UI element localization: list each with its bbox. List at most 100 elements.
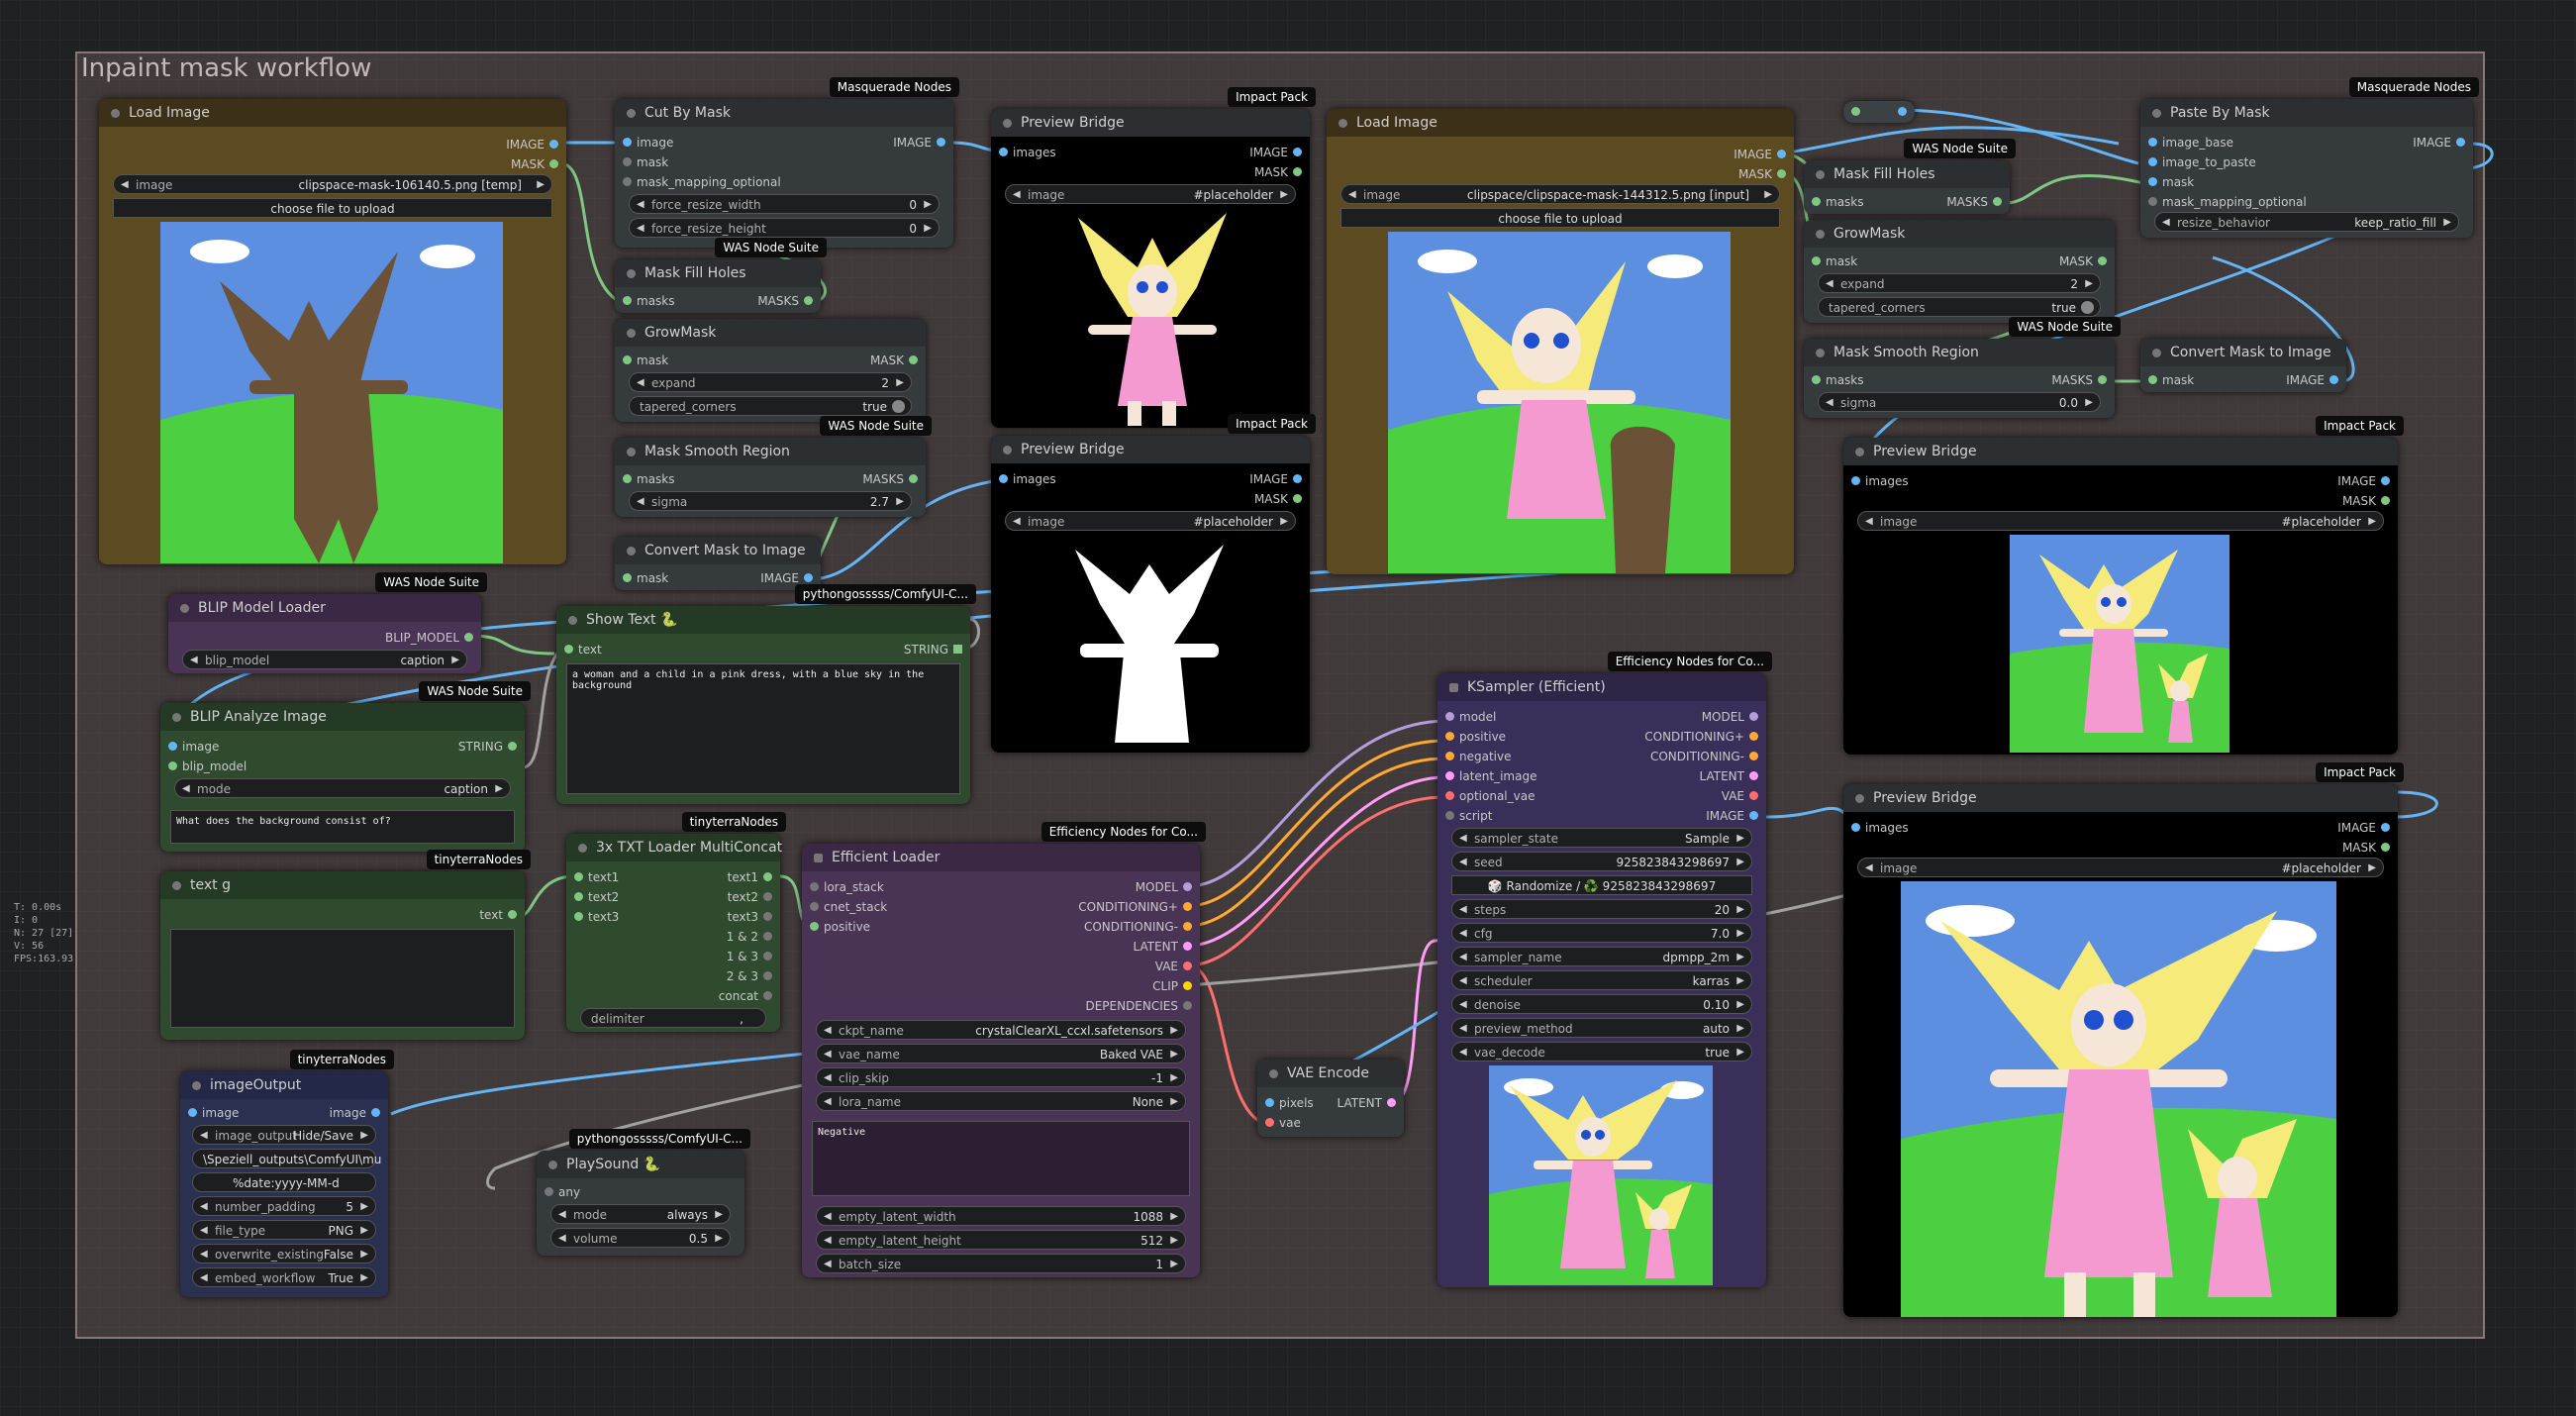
- blip-model-select[interactable]: ◀ blip_model caption ▶: [182, 650, 467, 669]
- input-socket[interactable]: [1265, 1098, 1274, 1107]
- filename-prefix-field[interactable]: %date:yyyy-MM-d: [192, 1172, 376, 1192]
- input-socket[interactable]: [188, 1108, 197, 1117]
- output-socket[interactable]: [1183, 902, 1192, 911]
- input-socket[interactable]: [1812, 197, 1821, 206]
- blip-model-loader-node[interactable]: WAS Node Suite BLIP Model Loader BLIP_MO…: [168, 572, 487, 673]
- output-socket[interactable]: [549, 159, 558, 168]
- output-socket[interactable]: [1293, 167, 1302, 176]
- output-socket[interactable]: [1183, 1001, 1192, 1010]
- expand-stepper[interactable]: ◀ expand 2 ▶: [629, 372, 912, 392]
- preview-bridge-node-1[interactable]: Impact Pack Preview Bridge images IMAGE M…: [991, 87, 1316, 428]
- text-g-textarea[interactable]: [170, 929, 515, 1028]
- input-socket[interactable]: [623, 355, 632, 364]
- upload-button[interactable]: choose file to upload: [1340, 208, 1780, 228]
- output-socket[interactable]: [2381, 823, 2390, 832]
- ksampler-efficient-node[interactable]: Efficiency Nodes for Co... KSampler (Eff…: [1437, 652, 1772, 1287]
- toggle-knob[interactable]: [2081, 301, 2094, 314]
- output-socket[interactable]: [1293, 474, 1302, 483]
- output-socket[interactable]: [1387, 1098, 1396, 1107]
- scheduler-select[interactable]: ◀ scheduler karras ▶: [1451, 970, 1752, 990]
- input-socket[interactable]: [623, 474, 632, 483]
- input-socket[interactable]: [623, 573, 632, 582]
- input-socket[interactable]: [810, 882, 819, 891]
- output-socket[interactable]: [549, 140, 558, 149]
- input-socket[interactable]: [1265, 1118, 1274, 1127]
- collapse-dot[interactable]: [111, 109, 120, 118]
- output-socket[interactable]: [937, 138, 945, 147]
- reroute-node[interactable]: [1843, 101, 1915, 123]
- convert-mask-node-1[interactable]: Convert Mask to Image mask IMAGE: [615, 537, 821, 590]
- mask-smooth-node-2[interactable]: WAS Node Suite Mask Smooth Region masks M…: [1804, 317, 2121, 418]
- output-socket[interactable]: [1749, 712, 1758, 721]
- force-resize-height-stepper[interactable]: ◀ force_resize_height 0 ▶: [629, 218, 940, 238]
- vae-name-select[interactable]: ◀ vae_name Baked VAE ▶: [816, 1044, 1186, 1063]
- tapered-corners-toggle[interactable]: tapered_corners true: [1818, 297, 2101, 317]
- output-text-area[interactable]: a woman and a child in a pink dress, wit…: [566, 663, 960, 794]
- output-socket[interactable]: [804, 296, 813, 305]
- output-socket[interactable]: [1749, 752, 1758, 760]
- overwrite-existing-select[interactable]: ◀ overwrite_existing False ▶: [192, 1244, 376, 1264]
- output-path-field[interactable]: \Speziell_outputs\ComfyUI\mu: [192, 1149, 381, 1168]
- volume-stepper[interactable]: ◀ volume 0.5 ▶: [550, 1228, 731, 1248]
- image-select[interactable]: ◀ image #placeholder ▶: [1005, 184, 1296, 204]
- grow-mask-node-2[interactable]: GrowMask mask MASK ◀ expand 2 ▶ tapered_corn…: [1804, 220, 2115, 323]
- sampler-state-select[interactable]: ◀ sampler_state Sample ▶: [1451, 828, 1752, 848]
- output-socket[interactable]: [763, 892, 772, 901]
- tapered-corners-toggle[interactable]: tapered_corners true: [629, 396, 912, 416]
- input-socket[interactable]: [1445, 752, 1454, 760]
- preview-bridge-node-2[interactable]: Impact Pack Preview Bridge images IMAGE M…: [991, 414, 1316, 753]
- output-socket[interactable]: [1183, 882, 1192, 891]
- output-socket[interactable]: [1183, 961, 1192, 970]
- input-socket[interactable]: [1812, 256, 1821, 265]
- load-image-node-1[interactable]: Load Image IMAGE MASK ◀ image clipspace-ma…: [99, 99, 566, 564]
- output-socket[interactable]: [1898, 107, 1907, 116]
- text-g-node[interactable]: tinyterraNodes text g text: [160, 850, 531, 1040]
- collapse-dot[interactable]: [627, 109, 636, 118]
- show-text-node[interactable]: pythongosssss/ComfyUI-C... Show Text 🐍 t…: [556, 584, 976, 804]
- input-socket[interactable]: [564, 645, 573, 654]
- empty-latent-width-stepper[interactable]: ◀ empty_latent_width 1088 ▶: [816, 1206, 1186, 1226]
- output-socket[interactable]: [1183, 922, 1192, 931]
- output-socket[interactable]: [1293, 148, 1302, 156]
- vae-decode-select[interactable]: ◀ vae_decode true ▶: [1451, 1042, 1752, 1062]
- output-socket[interactable]: [2329, 375, 2338, 384]
- number-padding-stepper[interactable]: ◀ number_padding 5 ▶: [192, 1196, 376, 1216]
- input-socket[interactable]: [999, 474, 1008, 483]
- input-socket[interactable]: [168, 742, 177, 751]
- output-socket[interactable]: [2098, 375, 2107, 384]
- expand-stepper[interactable]: ◀ expand 2 ▶: [1818, 273, 2101, 293]
- mask-smooth-node-1[interactable]: WAS Node Suite Mask Smooth Region masks M…: [615, 416, 932, 517]
- file-type-select[interactable]: ◀ file_type PNG ▶: [192, 1220, 376, 1240]
- output-socket[interactable]: [909, 355, 918, 364]
- output-socket[interactable]: [371, 1108, 380, 1117]
- empty-latent-height-stepper[interactable]: ◀ empty_latent_height 512 ▶: [816, 1230, 1186, 1250]
- input-socket[interactable]: [1445, 811, 1454, 820]
- sampler-name-select[interactable]: ◀ sampler_name dpmpp_2m ▶: [1451, 947, 1752, 966]
- efficient-loader-node[interactable]: Efficiency Nodes for Co... Efficient Loa…: [802, 822, 1206, 1277]
- question-textarea[interactable]: What does the background consist of?: [170, 810, 515, 844]
- preview-bridge-node-4[interactable]: Impact Pack Preview Bridge images IMAGE M…: [1843, 762, 2404, 1317]
- paste-by-mask-node[interactable]: Masquerade Nodes Paste By Mask image_bas…: [2140, 77, 2479, 238]
- input-socket[interactable]: [2148, 375, 2157, 384]
- arrow-left-icon[interactable]: ◀: [121, 175, 129, 195]
- ckpt-name-select[interactable]: ◀ ckpt_name crystalClearXL_ccxl.safetensor…: [816, 1020, 1186, 1040]
- input-socket[interactable]: [2148, 197, 2157, 206]
- input-socket[interactable]: [2148, 138, 2157, 147]
- input-socket[interactable]: [1445, 732, 1454, 741]
- txt-loader-multiconcat-node[interactable]: tinyterraNodes 3x TXT Loader MultiConcat…: [566, 812, 786, 1032]
- input-socket[interactable]: [574, 872, 583, 881]
- image-select[interactable]: ◀ image #placeholder ▶: [1857, 511, 2384, 531]
- output-socket[interactable]: [2381, 496, 2390, 505]
- output-socket[interactable]: [1777, 169, 1786, 178]
- delimiter-field[interactable]: delimiter,: [580, 1008, 766, 1028]
- mode-select[interactable]: ◀ mode always ▶: [550, 1204, 731, 1224]
- output-socket[interactable]: [763, 952, 772, 961]
- output-socket[interactable]: [1183, 981, 1192, 990]
- image-select[interactable]: ◀ image clipspace/clipspace-mask-144312.5.…: [1340, 184, 1780, 204]
- output-socket[interactable]: [1993, 197, 2002, 206]
- blip-analyze-node[interactable]: WAS Node Suite BLIP Analyze Image image S…: [160, 681, 531, 852]
- cfg-stepper[interactable]: ◀ cfg 7.0 ▶: [1451, 923, 1752, 943]
- lora-name-select[interactable]: ◀ lora_name None ▶: [816, 1091, 1186, 1111]
- clip-skip-stepper[interactable]: ◀ clip_skip -1 ▶: [816, 1067, 1186, 1087]
- output-socket[interactable]: [2381, 843, 2390, 852]
